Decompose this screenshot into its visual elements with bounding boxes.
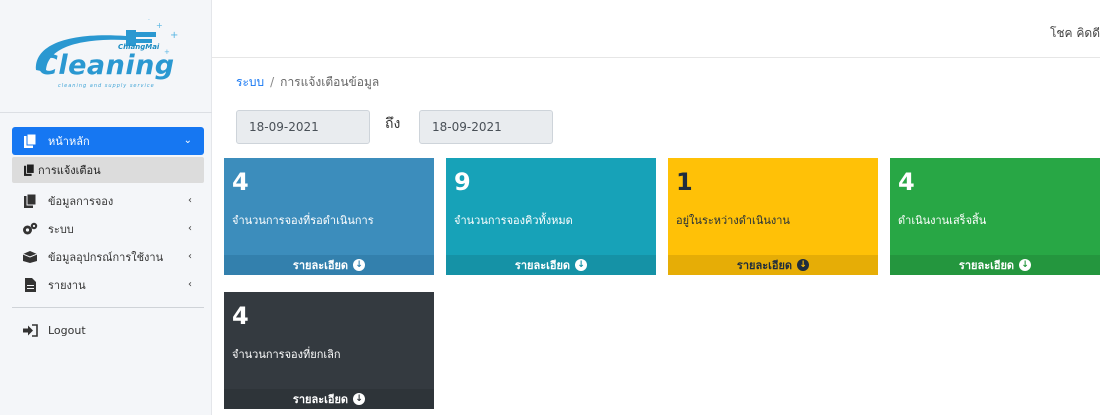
- stat-value: 4: [898, 168, 915, 196]
- stat-card-in-progress: 1 อยู่ในระหว่างดำเนินงาน รายละเอียด ↓: [668, 158, 878, 275]
- logo-tagline: cleaning and supply service: [58, 83, 155, 89]
- details-link-label: รายละเอียด: [292, 393, 349, 406]
- sidebar-item-reports[interactable]: รายงาน ‹: [12, 271, 204, 299]
- sidebar-item-notifications[interactable]: การแจ้งเตือน: [12, 157, 204, 183]
- breadcrumb: ระบบ / การแจ้งเตือนข้อมูล: [236, 73, 379, 92]
- sidebar-nav: หน้าหลัก ⌄ การแจ้งเตือน ข้อมูลการจอง ‹ ร…: [0, 127, 212, 344]
- svg-text:+: +: [156, 21, 163, 30]
- stat-label: จำนวนการจองที่รอดำเนินการ: [232, 214, 374, 227]
- sidebar-item-label: รายงาน: [48, 279, 86, 292]
- details-link[interactable]: รายละเอียด ↓: [890, 255, 1100, 275]
- stat-value: 9: [454, 168, 471, 196]
- top-navbar: โชค คิดดี: [212, 0, 1100, 58]
- copy-icon: [22, 134, 38, 148]
- arrow-circle-down-icon: ↓: [575, 259, 588, 271]
- stat-value: 4: [232, 302, 249, 330]
- logo-divider: [0, 112, 212, 113]
- copy-icon: [22, 194, 38, 208]
- sidebar-item-label: ข้อมูลการจอง: [48, 195, 114, 208]
- stat-card-completed: 4 ดำเนินงานเสร็จสิ้น รายละเอียด ↓: [890, 158, 1100, 275]
- sidebar-item-label: ระบบ: [48, 223, 74, 236]
- chevron-left-icon: ‹: [188, 251, 192, 262]
- chevron-left-icon: ‹: [188, 223, 192, 234]
- sidebar-item-home[interactable]: หน้าหลัก ⌄: [12, 127, 204, 155]
- arrow-circle-down-icon: ↓: [353, 393, 366, 405]
- svg-text:·: ·: [148, 17, 150, 24]
- logo-brand-big: Cleaning: [38, 50, 175, 81]
- date-to-input[interactable]: 18-09-2021: [419, 110, 553, 144]
- sidebar-item-logout[interactable]: Logout: [12, 316, 204, 344]
- details-link[interactable]: รายละเอียด ↓: [224, 389, 434, 409]
- arrow-circle-down-icon: ↓: [797, 259, 810, 271]
- arrow-circle-down-icon: ↓: [1019, 259, 1032, 271]
- breadcrumb-separator: /: [270, 75, 275, 89]
- arrow-circle-down-icon: ↓: [353, 259, 366, 271]
- details-link-label: รายละเอียด: [514, 259, 571, 272]
- chevron-left-icon: ‹: [188, 279, 192, 290]
- sidebar-item-booking[interactable]: ข้อมูลการจอง ‹: [12, 187, 204, 215]
- breadcrumb-link-system[interactable]: ระบบ: [236, 75, 264, 89]
- breadcrumb-current: การแจ้งเตือนข้อมูล: [280, 75, 380, 89]
- stat-label: ดำเนินงานเสร็จสิ้น: [898, 214, 987, 227]
- chevron-down-icon: ⌄: [183, 135, 192, 146]
- stat-label: อยู่ในระหว่างดำเนินงาน: [676, 214, 790, 227]
- stat-value: 1: [676, 168, 693, 196]
- stat-value: 4: [232, 168, 249, 196]
- stat-card-total-bookings: 9 จำนวนการจองคิวทั้งหมด รายละเอียด ↓: [446, 158, 656, 275]
- sidebar-divider: [12, 307, 204, 308]
- chevron-left-icon: ‹: [188, 195, 192, 206]
- svg-text:+: +: [170, 30, 178, 41]
- details-link[interactable]: รายละเอียด ↓: [446, 255, 656, 275]
- sidebar-item-equipment[interactable]: ข้อมูลอุปกรณ์การใช้งาน ‹: [12, 243, 204, 271]
- details-link[interactable]: รายละเอียด ↓: [668, 255, 878, 275]
- brand-logo[interactable]: + + + · ChiangMai Cleaning cleaning and …: [30, 14, 190, 94]
- sidebar-item-system[interactable]: ระบบ ‹: [12, 215, 204, 243]
- sidebar-item-label: หน้าหลัก: [48, 135, 90, 148]
- stat-label: จำนวนการจองที่ยกเลิก: [232, 348, 341, 361]
- sign-in-icon: [22, 323, 38, 337]
- cogs-icon: [22, 222, 38, 236]
- date-range-to-label: ถึง: [385, 116, 401, 132]
- user-name[interactable]: โชค คิดดี: [1050, 24, 1100, 43]
- date-from-input[interactable]: 18-09-2021: [236, 110, 370, 144]
- sidebar-item-label: Logout: [48, 323, 86, 337]
- details-link-label: รายละเอียด: [736, 259, 793, 272]
- details-link-label: รายละเอียด: [958, 259, 1015, 272]
- sidebar-item-label: ข้อมูลอุปกรณ์การใช้งาน: [48, 251, 164, 264]
- details-link-label: รายละเอียด: [292, 259, 349, 272]
- sidebar-item-label: การแจ้งเตือน: [38, 164, 101, 177]
- sidebar: + + + · ChiangMai Cleaning cleaning and …: [0, 0, 212, 415]
- file-icon: [22, 278, 38, 292]
- stat-card-cancelled: 4 จำนวนการจองที่ยกเลิก รายละเอียด ↓: [224, 292, 434, 409]
- copy-icon: [24, 164, 36, 176]
- box-icon: [22, 250, 38, 264]
- details-link[interactable]: รายละเอียด ↓: [224, 255, 434, 275]
- stat-card-pending: 4 จำนวนการจองที่รอดำเนินการ รายละเอียด ↓: [224, 158, 434, 275]
- stat-label: จำนวนการจองคิวทั้งหมด: [454, 214, 573, 227]
